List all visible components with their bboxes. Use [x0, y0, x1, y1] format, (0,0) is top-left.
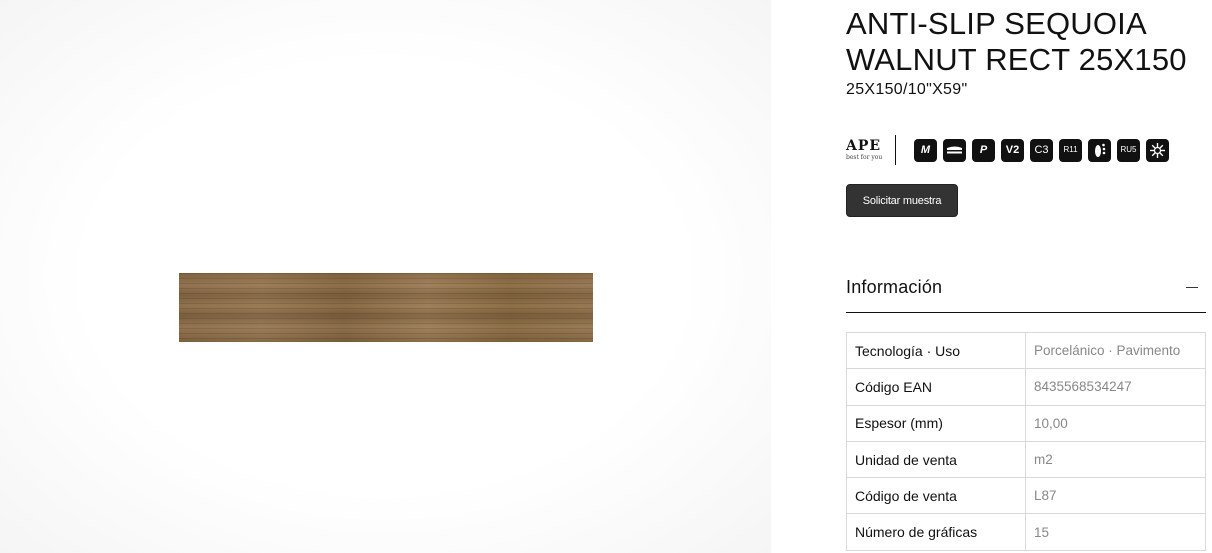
shade-variation-label: V2	[1005, 143, 1020, 156]
edge-profile-icon	[943, 138, 966, 162]
product-title-line-2: WALNUT RECT 25X150	[846, 42, 1187, 77]
spec-value: 8435568534247	[1025, 368, 1206, 406]
porcelain-label: P	[979, 143, 988, 156]
porcelain-icon: P	[972, 138, 995, 162]
table-row: Código de venta L87	[846, 477, 1206, 515]
collapse-icon[interactable]	[1186, 286, 1198, 288]
c3-rating-label: C3	[1034, 143, 1049, 156]
table-row: Tecnología · Uso Porcelánico · Pavimento	[846, 331, 1206, 370]
info-accordion-header[interactable]: Información	[846, 262, 1206, 313]
ru5-rating-icon: RU5	[1117, 138, 1140, 162]
spec-table: Tecnología · Uso Porcelánico · Pavimento…	[846, 331, 1206, 551]
spec-label: Espesor (mm)	[846, 404, 1026, 442]
matt-finish-icon: M	[914, 138, 937, 162]
spec-value: 10,00	[1025, 404, 1206, 442]
spec-value: L87	[1025, 477, 1206, 515]
spec-label: Número de gráficas	[846, 513, 1026, 551]
table-row: Unidad de venta m2	[846, 440, 1206, 479]
spec-value: 15	[1025, 513, 1206, 551]
product-tile-image[interactable]	[179, 273, 593, 342]
brand-divider	[895, 135, 896, 165]
brand-feature-row: APE best for you M P V2 C3 R11 RU5	[846, 134, 1169, 166]
table-row: Espesor (mm) 10,00	[846, 404, 1206, 442]
barefoot-slip-icon	[1088, 138, 1111, 162]
shade-variation-icon: V2	[1001, 138, 1024, 162]
brand-logo: APE best for you	[846, 137, 886, 162]
product-image-panel	[0, 0, 771, 553]
feature-icons: M P V2 C3 R11 RU5	[914, 138, 1169, 162]
spec-value: m2	[1025, 440, 1206, 479]
product-title-line-1: ANTI-SLIP SEQUOIA	[846, 6, 1147, 41]
info-accordion-title: Información	[846, 276, 943, 297]
table-row: Número de gráficas 15	[846, 513, 1206, 551]
matt-finish-label: M	[920, 143, 931, 156]
brand-tagline: best for you	[846, 153, 883, 161]
spec-label: Código de venta	[846, 477, 1026, 515]
slip-resistance-label: R11	[1063, 145, 1078, 154]
table-row: Código EAN 8435568534247	[846, 368, 1206, 406]
frost-resistant-icon	[1146, 138, 1169, 162]
c3-rating-icon: C3	[1030, 138, 1053, 162]
spec-label: Unidad de venta	[846, 440, 1026, 479]
brand-name: APE	[846, 137, 882, 154]
ru5-rating-label: RU5	[1120, 145, 1137, 154]
request-sample-button[interactable]: Solicitar muestra	[846, 184, 958, 217]
slip-resistance-icon: R11	[1059, 138, 1082, 162]
spec-value: Porcelánico · Pavimento	[1025, 331, 1206, 370]
product-title: ANTI-SLIP SEQUOIA WALNUT RECT 25X150	[846, 6, 1206, 78]
product-size: 25X150/10"X59"	[846, 81, 968, 98]
spec-label: Tecnología · Uso	[846, 331, 1026, 370]
spec-label: Código EAN	[846, 368, 1026, 406]
